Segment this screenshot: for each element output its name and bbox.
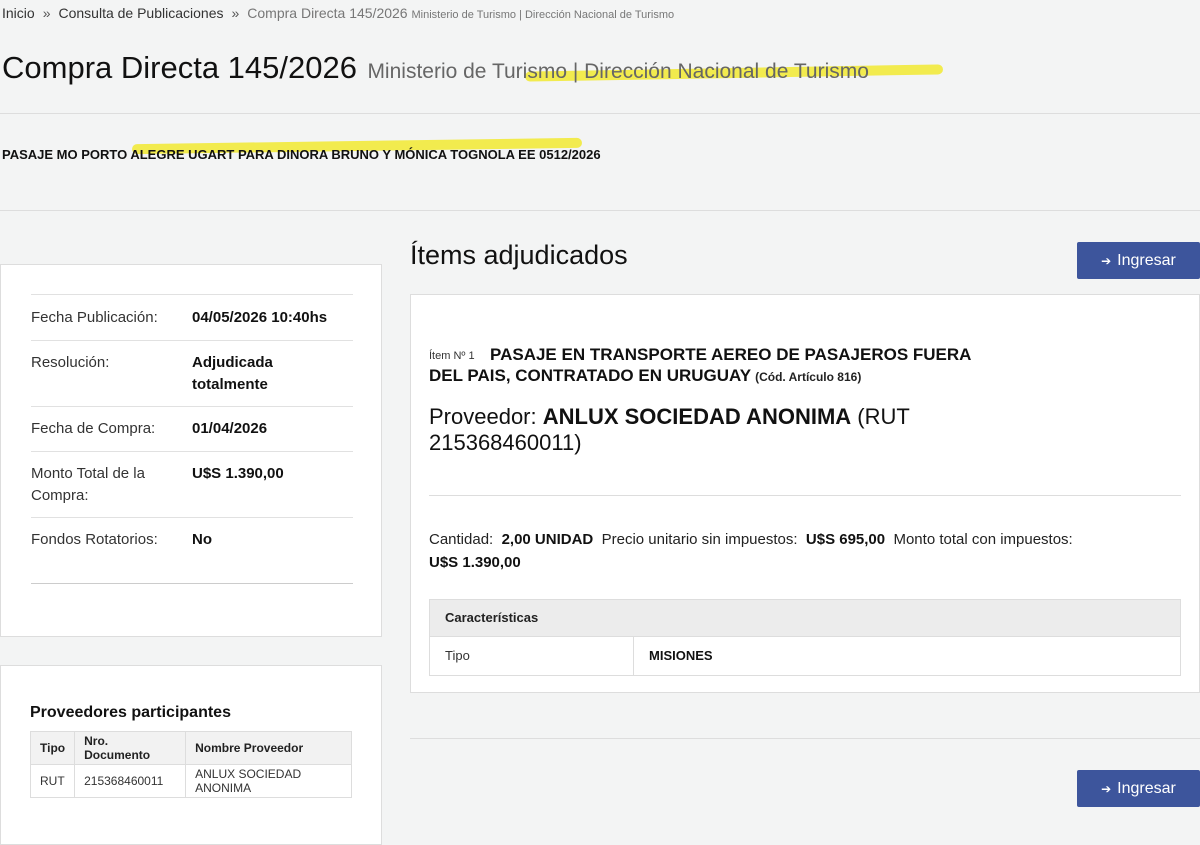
item-article-code: (Cód. Artículo 816): [755, 370, 862, 384]
row-divider: [31, 451, 353, 452]
resolucion-label: Resolución:: [31, 354, 110, 371]
row-divider: [31, 340, 353, 341]
monto-total-label: Monto Total de la Compra:: [31, 465, 145, 504]
monto-value: U$S 1.390,00: [429, 554, 521, 571]
provider-label: Proveedor:: [429, 404, 537, 429]
cantidad-value: 2,00 UNIDAD: [501, 531, 594, 548]
monto-total-value: U$S 1.390,00: [192, 465, 284, 482]
column-header-nombre: Nombre Proveedor: [185, 731, 352, 765]
proveedores-title: Proveedores participantes: [30, 704, 231, 721]
item-description-line2: DEL PAIS, CONTRATADO EN URUGUAY (Cód. Art…: [429, 366, 861, 386]
divider: [0, 113, 1200, 114]
item-quantity-line: Cantidad: 2,00 UNIDAD Precio unitario si…: [429, 531, 1073, 548]
row-divider: [31, 294, 353, 295]
sign-in-icon: ➔: [1101, 253, 1112, 268]
breadcrumb: Inicio » Consulta de Publicaciones » Compra …: [2, 5, 674, 21]
proveedores-table: Tipo Nro. Documento Nombre Proveedor RUT…: [29, 731, 352, 798]
item-description-line1: PASAJE EN TRANSPORTE AEREO DE PASAJEROS …: [490, 345, 972, 364]
breadcrumb-separator: »: [42, 5, 51, 21]
fondos-rotatorios-label: Fondos Rotatorios:: [31, 531, 158, 548]
caracteristicas-header: Características: [430, 600, 1180, 637]
breadcrumb-separator: »: [231, 5, 240, 21]
resolucion-value: Adjudicada totalmente: [192, 354, 273, 393]
cell-documento: 215368460011: [74, 764, 187, 798]
precio-label: Precio unitario sin impuestos:: [601, 531, 798, 548]
breadcrumb-current-sub: Ministerio de Turismo | Dirección Nacion…: [411, 9, 675, 21]
item-description-text: DEL PAIS, CONTRATADO EN URUGUAY: [429, 366, 752, 385]
fecha-compra-label: Fecha de Compra:: [31, 420, 156, 437]
monto-label: Monto total con impuestos:: [893, 531, 1073, 548]
table-row: RUT 215368460011 ANLUX SOCIEDAD ANONIMA: [29, 764, 352, 798]
breadcrumb-home-link[interactable]: Inicio: [2, 5, 35, 21]
items-heading: Ítems adjudicados: [410, 240, 628, 270]
table-row: Tipo MISIONES: [430, 637, 1180, 675]
column-header-tipo: Tipo: [29, 731, 76, 765]
breadcrumb-current: Compra Directa 145/2026: [247, 5, 408, 21]
page-title: Compra Directa 145/2026 Ministerio de Tu…: [2, 50, 869, 86]
divider: [410, 738, 1200, 739]
fecha-compra-value: 01/04/2026: [192, 420, 268, 437]
summary-panel: Fecha Publicación: 04/05/2026 10:40hs Re…: [0, 264, 382, 637]
caracteristicas-table: Características Tipo MISIONES: [429, 599, 1181, 676]
cantidad-label: Cantidad:: [429, 531, 494, 548]
fondos-rotatorios-value: No: [192, 531, 212, 548]
sign-in-icon: ➔: [1101, 781, 1112, 796]
tipo-label: Tipo: [430, 637, 634, 675]
row-divider: [31, 583, 353, 584]
ingresar-button-bottom[interactable]: ➔ Ingresar: [1077, 770, 1200, 807]
fecha-publicacion-label: Fecha Publicación:: [31, 309, 158, 326]
tipo-value: MISIONES: [649, 648, 713, 663]
cell-nombre: ANLUX SOCIEDAD ANONIMA: [185, 764, 352, 798]
ingresar-button[interactable]: ➔ Ingresar: [1077, 242, 1200, 279]
item-provider: Proveedor: ANLUX SOCIEDAD ANONIMA (RUT 2…: [429, 404, 949, 456]
page-title-main: Compra Directa 145/2026: [2, 50, 357, 85]
row-divider: [31, 517, 353, 518]
row-divider: [31, 406, 353, 407]
fecha-publicacion-value: 04/05/2026 10:40hs: [192, 309, 328, 326]
ingresar-label: Ingresar: [1117, 251, 1176, 269]
cell-tipo: RUT: [29, 764, 76, 798]
purchase-subject: PASAJE MO PORTO ALEGRE UGART PARA DINORA…: [2, 147, 601, 162]
item-number: Ítem Nº 1: [429, 350, 475, 362]
breadcrumb-section-link[interactable]: Consulta de Publicaciones: [58, 5, 223, 21]
ingresar-label: Ingresar: [1117, 779, 1176, 797]
page-title-organization: Ministerio de Turismo | Dirección Nacion…: [367, 60, 869, 83]
precio-value: U$S 695,00: [805, 531, 886, 548]
table-header-row: Tipo Nro. Documento Nombre Proveedor: [29, 731, 352, 765]
provider-name: ANLUX SOCIEDAD ANONIMA: [542, 404, 852, 429]
column-header-documento: Nro. Documento: [74, 731, 187, 765]
divider: [0, 210, 1200, 211]
divider: [429, 495, 1181, 496]
